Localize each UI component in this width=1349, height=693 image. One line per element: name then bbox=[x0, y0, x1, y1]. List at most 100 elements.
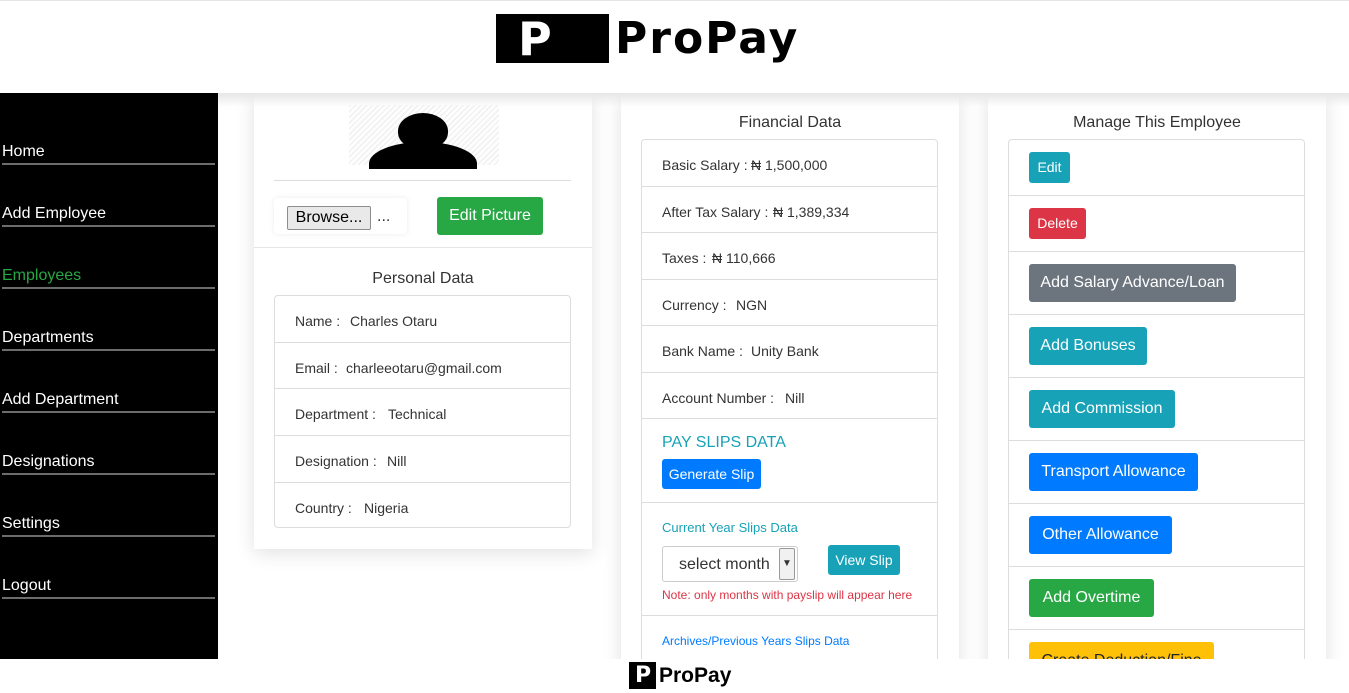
footer: P ProPay bbox=[0, 659, 1349, 693]
field-label: Currency : bbox=[662, 297, 727, 313]
sidebar-item-label: Home bbox=[2, 143, 45, 160]
field-label: Designation : bbox=[295, 453, 377, 469]
sidebar-item-label: Designations bbox=[2, 453, 95, 470]
sidebar-item-label: Add Employee bbox=[2, 205, 107, 222]
personal-card: Browse... ... Edit Picture Personal Data… bbox=[254, 93, 592, 549]
list-item: Account Number : Nill bbox=[642, 373, 937, 419]
divider bbox=[254, 247, 592, 248]
file-name: ... bbox=[377, 208, 391, 225]
field-value: Charles Otaru bbox=[350, 313, 438, 329]
list-item: Department : Technical bbox=[275, 389, 570, 436]
personal-data-list: Name : Charles Otaru Email : charleeotaru@… bbox=[274, 295, 571, 528]
field-label: Basic Salary : bbox=[662, 157, 748, 173]
field-value: NGN bbox=[736, 297, 768, 313]
list-item: Create Deduction/Fine bbox=[1009, 630, 1304, 659]
sidebar-item-label: Employees bbox=[2, 267, 82, 284]
financial-data-list: Basic Salary : ₦ 1,500,000 After Tax Sala… bbox=[641, 139, 938, 659]
field-value: Nill bbox=[387, 453, 407, 469]
list-item: Currency : NGN bbox=[642, 280, 937, 326]
sidebar-item-employees[interactable]: Employees bbox=[2, 227, 215, 289]
logo-text: ProPay bbox=[615, 13, 800, 64]
list-item: Email : charleeotaru@gmail.com bbox=[275, 343, 570, 389]
edit-picture-button[interactable]: Edit Picture bbox=[437, 197, 543, 235]
sidebar-item-label: Add Department bbox=[2, 391, 119, 408]
field-value: Unity Bank bbox=[751, 343, 819, 359]
sidebar-item-home[interactable]: Home bbox=[2, 103, 215, 165]
list-item: Add Overtime bbox=[1009, 567, 1304, 630]
add-commission-button[interactable]: Add Commission bbox=[1029, 390, 1175, 428]
sidebar-item-label: Settings bbox=[2, 515, 60, 532]
add-overtime-button[interactable]: Add Overtime bbox=[1029, 579, 1154, 617]
sidebar-item-logout[interactable]: Logout bbox=[2, 537, 215, 599]
file-input[interactable]: Browse... ... bbox=[274, 198, 407, 234]
footer-logo-text: ProPay bbox=[659, 664, 732, 687]
add-salary-advance-button[interactable]: Add Salary Advance/Loan bbox=[1029, 264, 1236, 302]
current-year-slips-section: Current Year Slips Data select month ▼ V… bbox=[642, 503, 937, 616]
list-item: Other Allowance bbox=[1009, 504, 1304, 567]
field-label: Department : bbox=[295, 406, 376, 422]
manage-actions-list: Edit Delete Add Salary Advance/Loan Add … bbox=[1008, 139, 1305, 659]
manage-employee-title: Manage This Employee bbox=[1073, 114, 1241, 131]
personal-data-title: Personal Data bbox=[372, 270, 474, 287]
field-value: charleeotaru@gmail.com bbox=[346, 360, 502, 376]
list-item: Delete bbox=[1009, 196, 1304, 252]
list-item: Name : Charles Otaru bbox=[275, 296, 570, 343]
browse-button[interactable]: Browse... bbox=[287, 206, 371, 230]
add-bonuses-button[interactable]: Add Bonuses bbox=[1029, 327, 1147, 365]
list-item: Basic Salary : ₦ 1,500,000 bbox=[642, 140, 937, 187]
field-label: Bank Name : bbox=[662, 343, 743, 359]
field-label: Email : bbox=[295, 360, 338, 376]
field-label: After Tax Salary : bbox=[662, 204, 769, 220]
financial-card: Financial Data Basic Salary : ₦ 1,500,000… bbox=[621, 93, 959, 659]
list-item: Add Bonuses bbox=[1009, 315, 1304, 378]
list-item: After Tax Salary : ₦ 1,389,334 bbox=[642, 187, 937, 233]
transport-allowance-button[interactable]: Transport Allowance bbox=[1029, 453, 1198, 491]
field-label: Name : bbox=[295, 313, 341, 329]
sidebar-item-label: Departments bbox=[2, 329, 94, 346]
payslips-section: PAY SLIPS DATA Generate Slip bbox=[642, 419, 937, 503]
archives-link[interactable]: Archives/Previous Years Slips Data bbox=[662, 634, 849, 648]
payslips-heading: PAY SLIPS DATA bbox=[662, 434, 786, 451]
field-label: Account Number : bbox=[662, 390, 775, 406]
sidebar-item-designations[interactable]: Designations bbox=[2, 413, 215, 475]
sidebar-item-departments[interactable]: Departments bbox=[2, 289, 215, 351]
edit-button[interactable]: Edit bbox=[1029, 152, 1070, 183]
manage-card: Manage This Employee Edit Delete Add Sal… bbox=[988, 93, 1326, 659]
field-value: ₦ 1,389,334 bbox=[773, 204, 850, 220]
list-item: Edit bbox=[1009, 140, 1304, 196]
generate-slip-button[interactable]: Generate Slip bbox=[662, 459, 761, 489]
month-select[interactable]: select month ▼ bbox=[662, 546, 798, 582]
sidebar-nav: Home Add Employee Employees Departments … bbox=[0, 93, 218, 659]
logo-letter: P bbox=[518, 12, 552, 66]
sidebar-item-add-employee[interactable]: Add Employee bbox=[2, 165, 215, 227]
avatar bbox=[349, 105, 499, 169]
divider bbox=[274, 180, 571, 181]
footer-logo: P ProPay bbox=[629, 662, 731, 689]
list-item: Country : Nigeria bbox=[275, 483, 570, 527]
field-value: Nigeria bbox=[364, 500, 409, 516]
sidebar-item-add-department[interactable]: Add Department bbox=[2, 351, 215, 413]
field-value: ₦ 110,666 bbox=[712, 250, 776, 266]
list-item: Designation : Nill bbox=[275, 436, 570, 483]
view-slip-button[interactable]: View Slip bbox=[828, 545, 900, 575]
financial-data-title: Financial Data bbox=[738, 114, 842, 131]
field-value: Technical bbox=[388, 406, 447, 422]
list-item: Add Commission bbox=[1009, 378, 1304, 441]
other-allowance-button[interactable]: Other Allowance bbox=[1029, 516, 1172, 554]
avatar-body-shape bbox=[369, 142, 477, 169]
propay-logo[interactable]: P ProPay bbox=[496, 14, 799, 63]
logo-mark: P bbox=[496, 14, 609, 63]
top-header: P ProPay bbox=[0, 0, 1349, 93]
sidebar-item-label: Logout bbox=[2, 577, 51, 594]
month-select-value: select month bbox=[679, 556, 770, 573]
list-item: Bank Name : Unity Bank bbox=[642, 326, 937, 373]
chevron-down-icon: ▼ bbox=[779, 548, 795, 580]
payslip-note: Note: only months with payslip will appe… bbox=[662, 588, 913, 602]
delete-button[interactable]: Delete bbox=[1029, 208, 1086, 239]
current-year-slips-label: Current Year Slips Data bbox=[662, 520, 798, 535]
footer-logo-mark: P bbox=[629, 662, 656, 689]
create-deduction-button[interactable]: Create Deduction/Fine bbox=[1029, 642, 1214, 659]
field-value: ₦ 1,500,000 bbox=[751, 157, 828, 173]
sidebar-item-settings[interactable]: Settings bbox=[2, 475, 215, 537]
field-label: Country : bbox=[295, 500, 352, 516]
